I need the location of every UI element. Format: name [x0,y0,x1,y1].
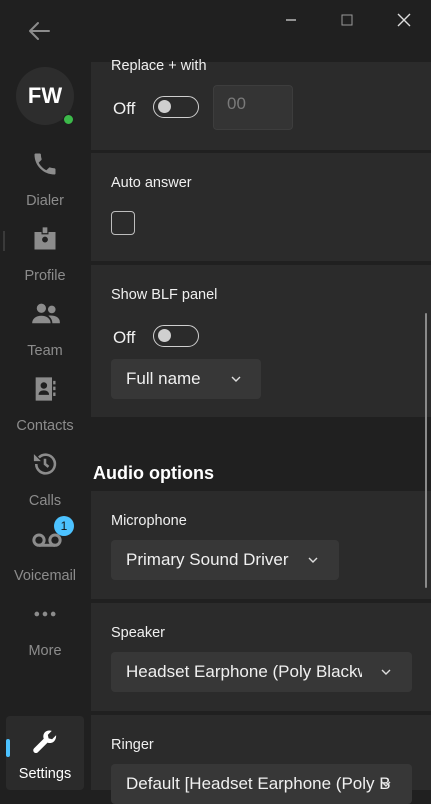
microphone-label: Microphone [111,513,187,529]
close-button[interactable] [384,0,424,40]
nav-label-dialer: Dialer [26,193,64,209]
blf-display-value: Full name [126,369,201,388]
close-icon [397,13,411,27]
replace-plus-toggle-label: Off [113,99,136,118]
auto-answer-checkbox[interactable] [111,211,135,235]
nav-item-profile[interactable]: Profile [0,225,90,297]
address-book-icon [31,375,59,403]
nav-item-settings[interactable]: Settings [6,716,84,790]
blf-toggle[interactable] [153,325,199,347]
history-icon [31,450,59,478]
nav-label-team: Team [27,343,63,359]
nav-item-voicemail[interactable]: Voicemail [0,525,90,597]
nav-label-contacts: Contacts [16,418,74,434]
replace-plus-input[interactable]: 00 [213,85,293,130]
speaker-dropdown[interactable]: Headset Earphone (Poly Blackwire [111,652,412,692]
nav-label-settings: Settings [18,766,72,782]
audio-options-heading: Audio options [93,463,214,483]
users-icon [31,300,60,328]
sidebar: FW Dialer Profile Team Contacts Calls Vo… [0,0,90,790]
active-indicator [6,739,10,757]
scrollbar-thumb[interactable] [425,313,427,588]
chevron-down-icon [231,376,241,382]
blf-display-dropdown[interactable]: Full name [111,359,261,399]
speaker-card: Speaker Headset Earphone (Poly Blackwire [91,603,431,711]
ringer-card: Ringer Default [Headset Earphone (Poly B… [91,715,431,804]
avatar-initials: FW [27,83,63,108]
auto-answer-label: Auto answer [111,175,192,191]
replace-plus-toggle[interactable] [153,96,199,118]
toggle-knob [158,100,171,113]
blf-card: Show BLF panel Off Full name [91,265,431,417]
phone-icon [31,150,59,178]
minimize-button[interactable] [271,0,311,40]
nav-item-dialer[interactable]: Dialer [0,150,90,222]
chevron-down-icon [308,557,318,563]
maximize-button[interactable] [327,0,367,40]
microphone-dropdown[interactable]: Primary Sound Driver [111,540,339,580]
microphone-value: Primary Sound Driver [126,550,289,569]
id-badge-icon [31,225,59,253]
nav-item-team[interactable]: Team [0,300,90,372]
ringer-dropdown[interactable]: Default [Headset Earphone (Poly Blackwir… [111,764,412,804]
maximize-icon [341,14,353,26]
blf-label: Show BLF panel [111,287,218,303]
wrench-icon [31,728,59,756]
nav-item-more[interactable]: More [0,600,90,672]
nav-label-voicemail: Voicemail [13,568,77,584]
chevron-down-icon [381,781,391,787]
minimize-icon [286,19,296,21]
microphone-card: Microphone Primary Sound Driver [91,491,431,599]
toggle-knob [158,329,171,342]
nav-label-profile: Profile [24,268,66,284]
replace-plus-label: Replace + with [111,58,207,74]
chevron-down-icon [381,669,391,675]
ringer-value: Default [Headset Earphone (Poly Blackwir… [126,774,390,793]
ringer-label: Ringer [111,737,154,753]
nav-label-more: More [28,643,62,659]
auto-answer-card: Auto answer [91,153,431,261]
speaker-label: Speaker [111,625,166,641]
more-icon [31,600,59,628]
speaker-value: Headset Earphone (Poly Blackwire [126,662,362,681]
nav-item-contacts[interactable]: Contacts [0,375,90,447]
nav-label-calls: Calls [28,493,62,509]
voicemail-count-badge: 1 [54,516,74,536]
blf-toggle-label: Off [113,328,136,347]
replace-plus-card: Replace + with Off 00 [91,58,431,150]
nav-item-calls[interactable]: Calls [0,450,90,522]
back-arrow-icon[interactable] [26,17,54,45]
presence-status-dot [63,114,74,125]
